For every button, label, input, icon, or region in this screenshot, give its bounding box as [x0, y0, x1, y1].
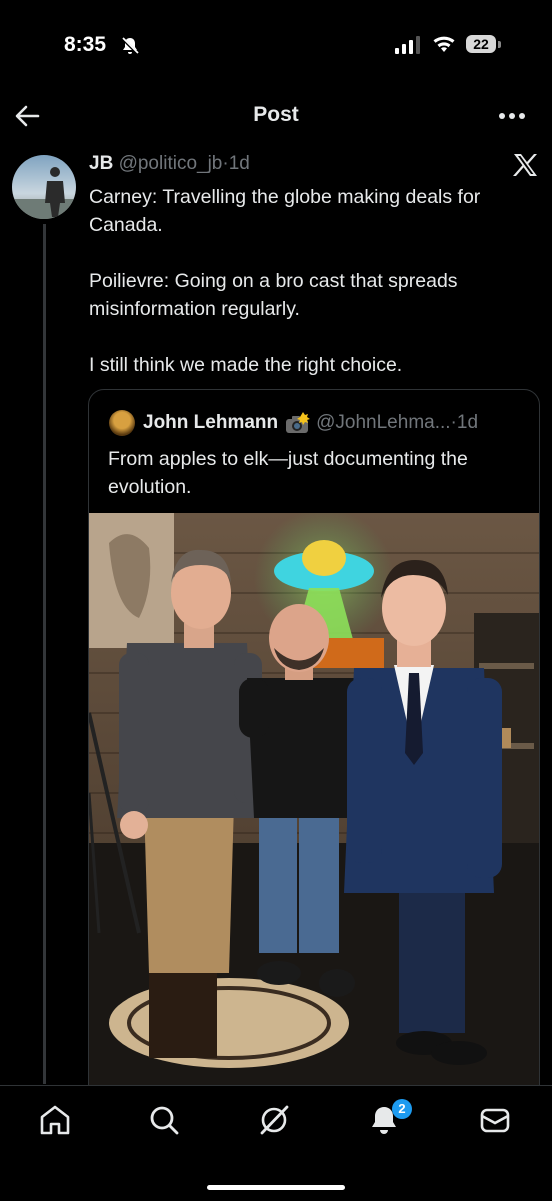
- quoted-author-handle: @JohnLehma...: [316, 412, 451, 433]
- tweet-time[interactable]: 1d: [229, 153, 250, 174]
- tweet-paragraph: I still think we made the right choice.: [89, 354, 403, 376]
- quoted-tweet-header: John Lehmann @JohnLehma... · 1d: [109, 410, 478, 436]
- author-avatar[interactable]: [12, 155, 76, 219]
- battery-level: 22: [466, 35, 496, 53]
- tweet-text: Carney: Travelling the globe making deal…: [89, 183, 539, 407]
- tweet-paragraph: Carney: Travelling the globe making deal…: [89, 186, 481, 236]
- wifi-icon: [433, 36, 455, 52]
- camera-flash-icon: [286, 412, 311, 433]
- notifications-badge: 2: [392, 1099, 412, 1119]
- grok-icon[interactable]: [256, 1102, 292, 1138]
- quoted-tweet-card[interactable]: John Lehmann @JohnLehma... · 1d From apple…: [88, 389, 540, 1111]
- tweet-paragraph: Poilievre: Going on a bro cast that spre…: [89, 270, 458, 320]
- quoted-tweet-photo[interactable]: [89, 513, 539, 1111]
- thread-line: [43, 224, 46, 1084]
- author-handle[interactable]: @politico_jb: [119, 153, 223, 174]
- messages-icon[interactable]: [477, 1102, 513, 1138]
- author-name[interactable]: JB: [89, 153, 113, 174]
- cellular-signal-icon: [395, 36, 420, 54]
- search-icon[interactable]: [146, 1102, 182, 1138]
- quoted-tweet-time: 1d: [456, 412, 479, 433]
- more-options-icon[interactable]: [498, 112, 526, 120]
- bell-off-icon: [120, 36, 140, 56]
- bottom-tab-bar: [0, 1085, 552, 1201]
- home-icon[interactable]: [37, 1102, 73, 1138]
- quoted-author-name: John Lehmann: [143, 412, 279, 433]
- quoted-author-avatar: [109, 410, 135, 436]
- status-bar: 8:35 22: [0, 0, 552, 90]
- quoted-tweet-text: From apples to elk—just documenting the …: [108, 448, 468, 498]
- top-bar: Post: [0, 90, 552, 142]
- home-indicator[interactable]: [207, 1185, 345, 1190]
- tweet-header: JB @politico_jb·1d: [89, 153, 250, 175]
- x-logo-icon: [513, 154, 537, 176]
- battery-icon: 22: [466, 35, 502, 55]
- page-title: Post: [253, 103, 299, 126]
- status-time: 8:35: [64, 33, 107, 56]
